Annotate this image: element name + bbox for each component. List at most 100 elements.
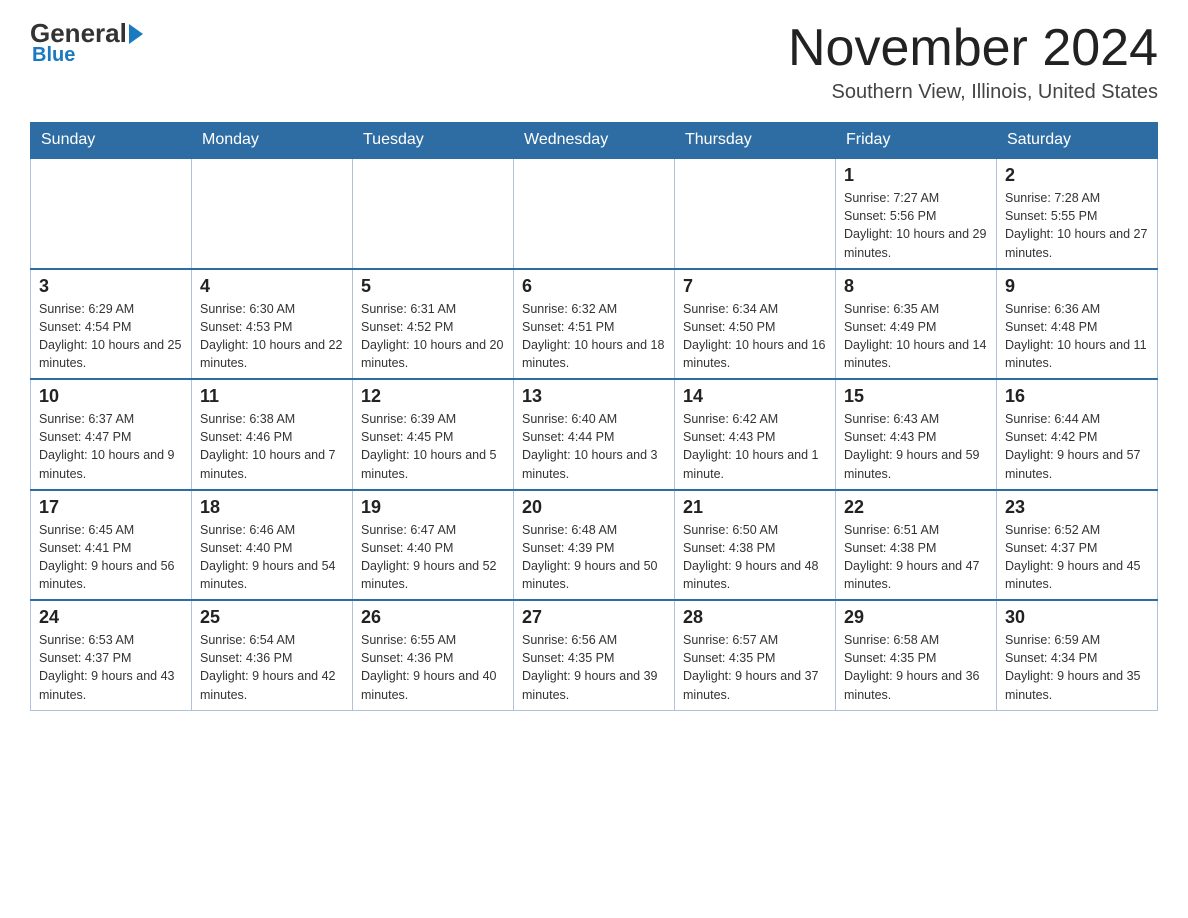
calendar-cell: 24 Sunrise: 6:53 AMSunset: 4:37 PMDayligh… bbox=[31, 600, 192, 710]
day-info: Sunrise: 6:39 AMSunset: 4:45 PMDaylight:… bbox=[361, 410, 505, 483]
day-info: Sunrise: 6:56 AMSunset: 4:35 PMDaylight:… bbox=[522, 631, 666, 704]
day-info: Sunrise: 6:52 AMSunset: 4:37 PMDaylight:… bbox=[1005, 521, 1149, 594]
calendar-cell: 28Sunrise: 6:57 AMSunset: 4:35 PMDayligh… bbox=[675, 600, 836, 710]
day-number: 7 bbox=[683, 276, 827, 297]
day-info: Sunrise: 6:36 AMSunset: 4:48 PMDaylight:… bbox=[1005, 300, 1149, 373]
day-info: Sunrise: 6:34 AMSunset: 4:50 PMDaylight:… bbox=[683, 300, 827, 373]
day-number: 10 bbox=[39, 386, 183, 407]
calendar-cell: 9 Sunrise: 6:36 AMSunset: 4:48 PMDaylight… bbox=[997, 269, 1158, 380]
day-number: 1 bbox=[844, 165, 988, 186]
calendar-cell bbox=[192, 158, 353, 269]
day-info: Sunrise: 6:37 AMSunset: 4:47 PMDaylight:… bbox=[39, 410, 183, 483]
day-info: Sunrise: 6:58 AMSunset: 4:35 PMDaylight:… bbox=[844, 631, 988, 704]
logo-blue: Blue bbox=[32, 44, 75, 67]
calendar-week-2: 3 Sunrise: 6:29 AMSunset: 4:54 PMDaylight… bbox=[31, 269, 1158, 380]
day-number: 24 bbox=[39, 607, 183, 628]
day-info: Sunrise: 6:31 AMSunset: 4:52 PMDaylight:… bbox=[361, 300, 505, 373]
day-number: 11 bbox=[200, 386, 344, 407]
calendar-cell: 12 Sunrise: 6:39 AMSunset: 4:45 PMDayligh… bbox=[353, 379, 514, 490]
calendar-cell: 14Sunrise: 6:42 AMSunset: 4:43 PMDayligh… bbox=[675, 379, 836, 490]
day-info: Sunrise: 6:47 AMSunset: 4:40 PMDaylight:… bbox=[361, 521, 505, 594]
day-info: Sunrise: 6:50 AMSunset: 4:38 PMDaylight:… bbox=[683, 521, 827, 594]
weekday-header-row: SundayMondayTuesdayWednesdayThursdayFrid… bbox=[31, 123, 1158, 159]
calendar-cell: 30 Sunrise: 6:59 AMSunset: 4:34 PMDayligh… bbox=[997, 600, 1158, 710]
weekday-header-wednesday: Wednesday bbox=[514, 123, 675, 159]
calendar-week-1: 1 Sunrise: 7:27 AMSunset: 5:56 PMDaylight… bbox=[31, 158, 1158, 269]
day-info: Sunrise: 6:46 AMSunset: 4:40 PMDaylight:… bbox=[200, 521, 344, 594]
calendar-cell bbox=[353, 158, 514, 269]
calendar-cell: 15Sunrise: 6:43 AMSunset: 4:43 PMDayligh… bbox=[836, 379, 997, 490]
calendar-cell: 19 Sunrise: 6:47 AMSunset: 4:40 PMDayligh… bbox=[353, 490, 514, 601]
day-number: 19 bbox=[361, 497, 505, 518]
day-info: Sunrise: 6:29 AMSunset: 4:54 PMDaylight:… bbox=[39, 300, 183, 373]
calendar-title: November 2024 bbox=[788, 20, 1158, 77]
day-info: Sunrise: 6:43 AMSunset: 4:43 PMDaylight:… bbox=[844, 410, 988, 483]
calendar-cell: 10 Sunrise: 6:37 AMSunset: 4:47 PMDayligh… bbox=[31, 379, 192, 490]
day-info: Sunrise: 6:30 AMSunset: 4:53 PMDaylight:… bbox=[200, 300, 344, 373]
day-number: 6 bbox=[522, 276, 666, 297]
day-info: Sunrise: 6:48 AMSunset: 4:39 PMDaylight:… bbox=[522, 521, 666, 594]
weekday-header-monday: Monday bbox=[192, 123, 353, 159]
calendar-cell: 11 Sunrise: 6:38 AMSunset: 4:46 PMDayligh… bbox=[192, 379, 353, 490]
day-number: 22 bbox=[844, 497, 988, 518]
day-info: Sunrise: 6:54 AMSunset: 4:36 PMDaylight:… bbox=[200, 631, 344, 704]
day-number: 27 bbox=[522, 607, 666, 628]
calendar-week-4: 17Sunrise: 6:45 AMSunset: 4:41 PMDayligh… bbox=[31, 490, 1158, 601]
day-info: Sunrise: 6:35 AMSunset: 4:49 PMDaylight:… bbox=[844, 300, 988, 373]
weekday-header-tuesday: Tuesday bbox=[353, 123, 514, 159]
day-number: 13 bbox=[522, 386, 666, 407]
day-number: 23 bbox=[1005, 497, 1149, 518]
calendar-cell: 4Sunrise: 6:30 AMSunset: 4:53 PMDaylight… bbox=[192, 269, 353, 380]
day-number: 5 bbox=[361, 276, 505, 297]
day-number: 21 bbox=[683, 497, 827, 518]
day-info: Sunrise: 6:44 AMSunset: 4:42 PMDaylight:… bbox=[1005, 410, 1149, 483]
calendar-cell: 29 Sunrise: 6:58 AMSunset: 4:35 PMDayligh… bbox=[836, 600, 997, 710]
calendar-cell bbox=[31, 158, 192, 269]
day-number: 2 bbox=[1005, 165, 1149, 186]
logo-area: General Blue bbox=[30, 20, 143, 67]
day-number: 12 bbox=[361, 386, 505, 407]
day-info: Sunrise: 6:40 AMSunset: 4:44 PMDaylight:… bbox=[522, 410, 666, 483]
day-info: Sunrise: 6:59 AMSunset: 4:34 PMDaylight:… bbox=[1005, 631, 1149, 704]
calendar-body: 1 Sunrise: 7:27 AMSunset: 5:56 PMDaylight… bbox=[31, 158, 1158, 710]
day-info: Sunrise: 6:55 AMSunset: 4:36 PMDaylight:… bbox=[361, 631, 505, 704]
day-info: Sunrise: 7:28 AMSunset: 5:55 PMDaylight:… bbox=[1005, 189, 1149, 262]
calendar-cell: 21 Sunrise: 6:50 AMSunset: 4:38 PMDayligh… bbox=[675, 490, 836, 601]
calendar-cell: 18Sunrise: 6:46 AMSunset: 4:40 PMDayligh… bbox=[192, 490, 353, 601]
day-info: Sunrise: 7:27 AMSunset: 5:56 PMDaylight:… bbox=[844, 189, 988, 262]
calendar-cell: 7 Sunrise: 6:34 AMSunset: 4:50 PMDaylight… bbox=[675, 269, 836, 380]
calendar-cell: 26 Sunrise: 6:55 AMSunset: 4:36 PMDayligh… bbox=[353, 600, 514, 710]
calendar-cell: 3 Sunrise: 6:29 AMSunset: 4:54 PMDaylight… bbox=[31, 269, 192, 380]
day-number: 3 bbox=[39, 276, 183, 297]
weekday-header-thursday: Thursday bbox=[675, 123, 836, 159]
day-number: 20 bbox=[522, 497, 666, 518]
calendar-cell: 6 Sunrise: 6:32 AMSunset: 4:51 PMDaylight… bbox=[514, 269, 675, 380]
day-info: Sunrise: 6:38 AMSunset: 4:46 PMDaylight:… bbox=[200, 410, 344, 483]
calendar-cell: 16 Sunrise: 6:44 AMSunset: 4:42 PMDayligh… bbox=[997, 379, 1158, 490]
day-info: Sunrise: 6:53 AMSunset: 4:37 PMDaylight:… bbox=[39, 631, 183, 704]
day-info: Sunrise: 6:32 AMSunset: 4:51 PMDaylight:… bbox=[522, 300, 666, 373]
day-number: 8 bbox=[844, 276, 988, 297]
calendar-cell: 27 Sunrise: 6:56 AMSunset: 4:35 PMDayligh… bbox=[514, 600, 675, 710]
day-number: 26 bbox=[361, 607, 505, 628]
logo: General bbox=[30, 20, 143, 46]
day-number: 29 bbox=[844, 607, 988, 628]
calendar-table: SundayMondayTuesdayWednesdayThursdayFrid… bbox=[30, 122, 1158, 711]
title-area: November 2024 Southern View, Illinois, U… bbox=[788, 20, 1158, 104]
day-number: 25 bbox=[200, 607, 344, 628]
day-number: 28 bbox=[683, 607, 827, 628]
calendar-cell: 13 Sunrise: 6:40 AMSunset: 4:44 PMDayligh… bbox=[514, 379, 675, 490]
calendar-cell: 20 Sunrise: 6:48 AMSunset: 4:39 PMDayligh… bbox=[514, 490, 675, 601]
day-info: Sunrise: 6:42 AMSunset: 4:43 PMDaylight:… bbox=[683, 410, 827, 483]
calendar-cell: 23 Sunrise: 6:52 AMSunset: 4:37 PMDayligh… bbox=[997, 490, 1158, 601]
calendar-week-5: 24 Sunrise: 6:53 AMSunset: 4:37 PMDayligh… bbox=[31, 600, 1158, 710]
day-number: 30 bbox=[1005, 607, 1149, 628]
logo-arrow-icon bbox=[129, 24, 143, 44]
calendar-cell: 5 Sunrise: 6:31 AMSunset: 4:52 PMDaylight… bbox=[353, 269, 514, 380]
calendar-week-3: 10 Sunrise: 6:37 AMSunset: 4:47 PMDayligh… bbox=[31, 379, 1158, 490]
day-number: 16 bbox=[1005, 386, 1149, 407]
day-number: 17 bbox=[39, 497, 183, 518]
calendar-header: SundayMondayTuesdayWednesdayThursdayFrid… bbox=[31, 123, 1158, 159]
day-info: Sunrise: 6:51 AMSunset: 4:38 PMDaylight:… bbox=[844, 521, 988, 594]
day-number: 9 bbox=[1005, 276, 1149, 297]
